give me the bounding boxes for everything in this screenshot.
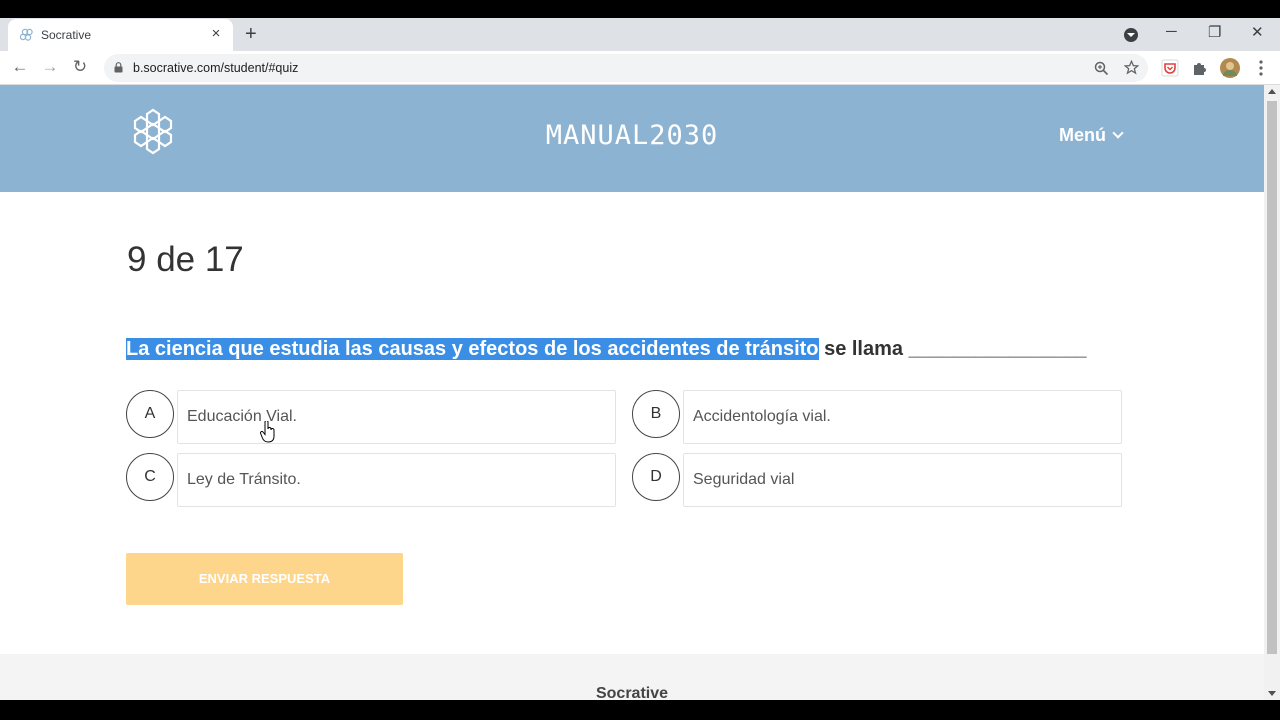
- tab-title: Socrative: [41, 28, 92, 42]
- submit-answer-button[interactable]: ENVIAR RESPUESTA: [126, 553, 403, 605]
- question-highlighted-text: La ciencia que estudia las causas y efec…: [126, 338, 819, 360]
- url-text: b.socrative.com/student/#quiz: [133, 61, 299, 75]
- puzzle-icon[interactable]: [1191, 59, 1209, 77]
- scroll-down-icon[interactable]: [1268, 691, 1276, 696]
- forward-button[interactable]: →: [40, 57, 60, 77]
- question-rest-text: se llama ________________: [818, 338, 1087, 360]
- page-scrollbar[interactable]: [1264, 85, 1280, 700]
- scrollbar-thumb[interactable]: [1267, 101, 1277, 654]
- choice-d-letter[interactable]: D: [632, 453, 680, 501]
- address-bar[interactable]: b.socrative.com/student/#quiz: [104, 54, 1148, 82]
- app-header: MANUAL2030 Menú: [0, 85, 1264, 192]
- page-footer: Socrative: [0, 654, 1264, 700]
- question-progress: 9 de 17: [127, 240, 244, 279]
- pocket-icon[interactable]: [1161, 59, 1179, 77]
- browser-toolbar: ← → ↻ b.socrative.com/student/#quiz: [0, 51, 1280, 85]
- avatar[interactable]: [1220, 58, 1240, 78]
- lock-icon: [114, 62, 123, 73]
- browser-tab[interactable]: Socrative ×: [8, 19, 233, 51]
- choice-a-letter[interactable]: A: [126, 390, 174, 438]
- tab-search-icon[interactable]: [1124, 28, 1138, 42]
- scroll-up-icon[interactable]: [1268, 89, 1276, 94]
- menu-label: Menú: [1059, 125, 1106, 145]
- new-tab-button[interactable]: +: [245, 23, 257, 46]
- hand-cursor-icon: [260, 421, 275, 443]
- footer-brand: Socrative: [595, 685, 669, 700]
- choice-c-letter[interactable]: C: [126, 453, 174, 501]
- page-content: MANUAL2030 Menú 9 de 17 La ciencia que e…: [0, 85, 1264, 700]
- chevron-down-icon: [1112, 127, 1124, 139]
- question-text: La ciencia que estudia las causas y efec…: [126, 338, 1087, 361]
- choice-c-answer[interactable]: Ley de Tránsito.: [177, 453, 616, 507]
- reload-button[interactable]: ↻: [70, 57, 90, 77]
- close-window-button[interactable]: ✕: [1251, 23, 1264, 41]
- choice-d-answer[interactable]: Seguridad vial: [683, 453, 1122, 507]
- browser-tabstrip: Socrative × + ─ ❐ ✕: [0, 18, 1280, 51]
- tab-close-icon[interactable]: ×: [207, 25, 225, 42]
- socrative-favicon-icon: [20, 28, 33, 41]
- choice-b-answer[interactable]: Accidentología vial.: [683, 390, 1122, 444]
- back-button[interactable]: ←: [10, 57, 30, 77]
- zoom-icon[interactable]: [1094, 61, 1109, 76]
- choice-a-answer[interactable]: Educación Vial.: [177, 390, 616, 444]
- menu-button[interactable]: Menú: [1059, 125, 1124, 146]
- minimize-button[interactable]: ─: [1166, 23, 1177, 40]
- kebab-menu-icon[interactable]: [1252, 59, 1270, 77]
- screen: Socrative × + ─ ❐ ✕ ← → ↻ b.socrative.co…: [0, 0, 1280, 720]
- restore-button[interactable]: ❐: [1208, 23, 1221, 41]
- star-icon[interactable]: [1124, 60, 1139, 75]
- choice-b-letter[interactable]: B: [632, 390, 680, 438]
